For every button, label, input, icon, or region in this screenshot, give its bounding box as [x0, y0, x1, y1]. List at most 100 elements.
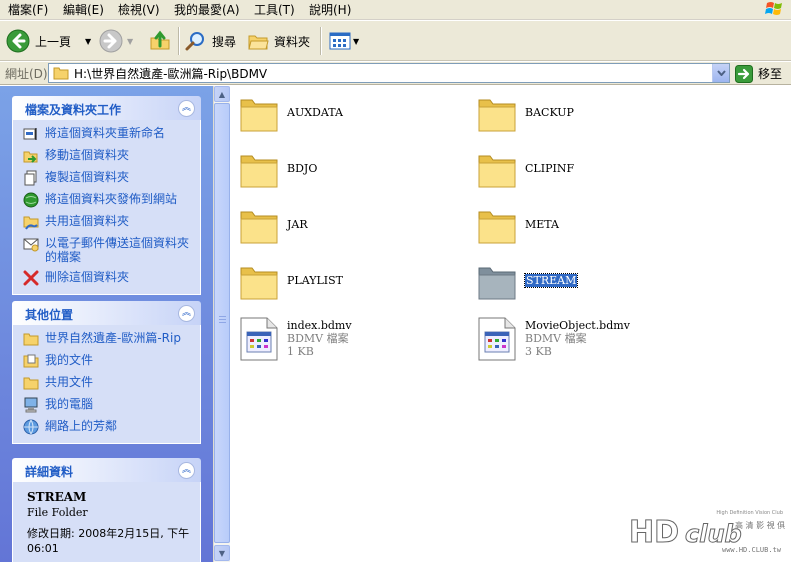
folders-icon — [248, 35, 269, 50]
folder-icon — [478, 99, 516, 132]
file-folder-tasks-panel: 檔案及資料夾工作 ︽ 將這個資料夾重新命名 移動這個資料夾 複製這個資料夾 將這… — [12, 96, 201, 295]
watermark-tagline: High Definition Vision Club — [716, 510, 783, 516]
file-item[interactable]: index.bdmv BDMV 檔案 1 KB — [239, 316, 352, 362]
panel-header[interactable]: 其他位置 ︽ — [12, 301, 201, 325]
collapse-icon[interactable]: ︽ — [178, 305, 195, 322]
menu-file[interactable]: 檔案(F) — [4, 2, 52, 18]
file-item[interactable]: MovieObject.bdmv BDMV 檔案 3 KB — [477, 316, 630, 362]
views-button[interactable]: ▼ — [328, 27, 359, 55]
folders-button[interactable]: 資料夾 — [246, 27, 310, 55]
item-size: 3 KB — [525, 345, 552, 358]
folder-icon — [478, 211, 516, 244]
item-name: AUXDATA — [287, 106, 343, 119]
item-type: BDMV 檔案 — [287, 332, 349, 345]
place-label: 我的文件 — [45, 353, 94, 367]
scrollbar-thumb[interactable] — [214, 103, 230, 543]
folder-item-selected[interactable]: STREAM — [477, 262, 579, 302]
svg-text:HD: HD — [629, 515, 679, 550]
address-dropdown-button[interactable] — [712, 64, 729, 82]
task-copy-folder[interactable]: 複製這個資料夾 — [23, 170, 200, 186]
publish-web-icon — [23, 192, 39, 208]
collapse-icon[interactable]: ︽ — [178, 100, 195, 117]
rename-icon — [23, 128, 37, 140]
task-pane-scrollbar[interactable]: ▲ ▼ — [213, 86, 230, 562]
my-computer-icon — [24, 397, 38, 413]
views-dropdown-icon[interactable]: ▼ — [353, 37, 359, 46]
place-shared-documents[interactable]: 共用文件 — [23, 375, 200, 391]
scroll-down-icon[interactable]: ▼ — [214, 545, 230, 561]
forward-dropdown-icon[interactable]: ▼ — [127, 37, 133, 46]
item-name: PLAYLIST — [287, 274, 343, 287]
chevron-down-icon — [716, 70, 726, 76]
task-share-folder[interactable]: 共用這個資料夾 — [23, 214, 200, 230]
task-label: 將這個資料夾發佈到網站 — [45, 192, 178, 206]
detail-modified: 修改日期: 2008年2月15日, 下午 06:01 — [27, 527, 190, 555]
task-label: 將這個資料夾重新命名 — [45, 126, 166, 140]
up-folder-button[interactable] — [148, 27, 172, 55]
menu-bar: 檔案(F) 編輯(E) 檢視(V) 我的最愛(A) 工具(T) 說明(H) — [0, 0, 791, 20]
menu-view[interactable]: 檢視(V) — [114, 2, 164, 18]
task-delete-folder[interactable]: 刪除這個資料夾 — [23, 270, 200, 286]
go-button[interactable]: 移至 — [735, 64, 782, 83]
menu-tools[interactable]: 工具(T) — [250, 2, 299, 18]
task-label: 複製這個資料夾 — [45, 170, 130, 184]
place-network[interactable]: 網路上的芳鄰 — [23, 419, 200, 435]
task-rename-folder[interactable]: 將這個資料夾重新命名 — [23, 126, 200, 142]
item-name: BACKUP — [525, 106, 574, 119]
go-arrow-icon — [735, 64, 753, 83]
search-label: 搜尋 — [212, 34, 237, 49]
address-input[interactable]: H:\世界自然遺產-歐洲篇-Rip\BDMV — [48, 63, 730, 83]
folder-item[interactable]: META — [477, 206, 559, 246]
detail-type: File Folder — [27, 506, 88, 519]
watermark-chinese: 高 清 影 視 俱 樂 部 — [735, 520, 785, 530]
toolbar-separator — [178, 27, 179, 55]
share-folder-icon — [23, 216, 39, 230]
menu-favorites[interactable]: 我的最愛(A) — [170, 2, 244, 18]
place-parent-folder[interactable]: 世界自然遺產-歐洲篇-Rip — [23, 331, 200, 347]
folder-item[interactable]: BDJO — [239, 150, 317, 190]
folder-item[interactable]: JAR — [239, 206, 308, 246]
forward-arrow-icon — [99, 29, 123, 53]
forward-button[interactable]: ▼ — [99, 27, 133, 55]
folder-icon — [53, 67, 69, 80]
bdmv-file-icon — [240, 317, 278, 361]
place-my-documents[interactable]: 我的文件 — [23, 353, 200, 369]
item-type: BDMV 檔案 — [525, 332, 587, 345]
place-label: 網路上的芳鄰 — [45, 419, 118, 433]
folder-item[interactable]: CLIPINF — [477, 150, 574, 190]
item-name: CLIPINF — [525, 162, 575, 175]
folder-item[interactable]: BACKUP — [477, 94, 574, 134]
folder-icon — [240, 155, 278, 188]
folder-icon — [478, 155, 516, 188]
collapse-icon[interactable]: ︽ — [178, 462, 195, 479]
other-places-panel: 其他位置 ︽ 世界自然遺產-歐洲篇-Rip 我的文件 共用文件 我的電腦 網路上… — [12, 301, 201, 444]
folder-icon — [240, 211, 278, 244]
folder-item[interactable]: AUXDATA — [239, 94, 343, 134]
email-icon — [23, 238, 39, 252]
copy-icon — [24, 170, 37, 186]
watermark-url: www.HD.CLUB.tw — [722, 546, 782, 554]
menu-help[interactable]: 說明(H) — [305, 2, 355, 18]
back-button[interactable]: 上一頁 ▼ — [6, 27, 91, 55]
back-dropdown-icon[interactable]: ▼ — [85, 37, 91, 46]
shared-documents-icon — [23, 377, 39, 390]
task-pane: 檔案及資料夾工作 ︽ 將這個資料夾重新命名 移動這個資料夾 複製這個資料夾 將這… — [0, 86, 213, 562]
folder-item[interactable]: PLAYLIST — [239, 262, 343, 302]
scroll-up-icon[interactable]: ▲ — [214, 86, 230, 102]
place-label: 共用文件 — [45, 375, 94, 389]
task-publish-web[interactable]: 將這個資料夾發佈到網站 — [23, 192, 200, 208]
search-button[interactable]: 搜尋 — [184, 27, 236, 55]
place-my-computer[interactable]: 我的電腦 — [23, 397, 200, 413]
menu-edit[interactable]: 編輯(E) — [59, 2, 108, 18]
panel-header[interactable]: 詳細資料 ︽ — [12, 458, 201, 482]
detail-name: STREAM — [27, 490, 87, 504]
folder-icon — [478, 267, 516, 300]
task-email-folder-files[interactable]: 以電子郵件傳送這個資料夾的檔案 — [23, 236, 200, 264]
back-arrow-icon — [6, 29, 30, 53]
go-label: 移至 — [758, 67, 783, 81]
place-label: 世界自然遺產-歐洲篇-Rip — [45, 331, 181, 345]
task-move-folder[interactable]: 移動這個資料夾 — [23, 148, 200, 164]
address-path: H:\世界自然遺產-歐洲篇-Rip\BDMV — [74, 66, 268, 81]
panel-header[interactable]: 檔案及資料夾工作 ︽ — [12, 96, 201, 120]
details-panel: 詳細資料 ︽ STREAM File Folder 修改日期: 2008年2月1… — [12, 458, 201, 562]
